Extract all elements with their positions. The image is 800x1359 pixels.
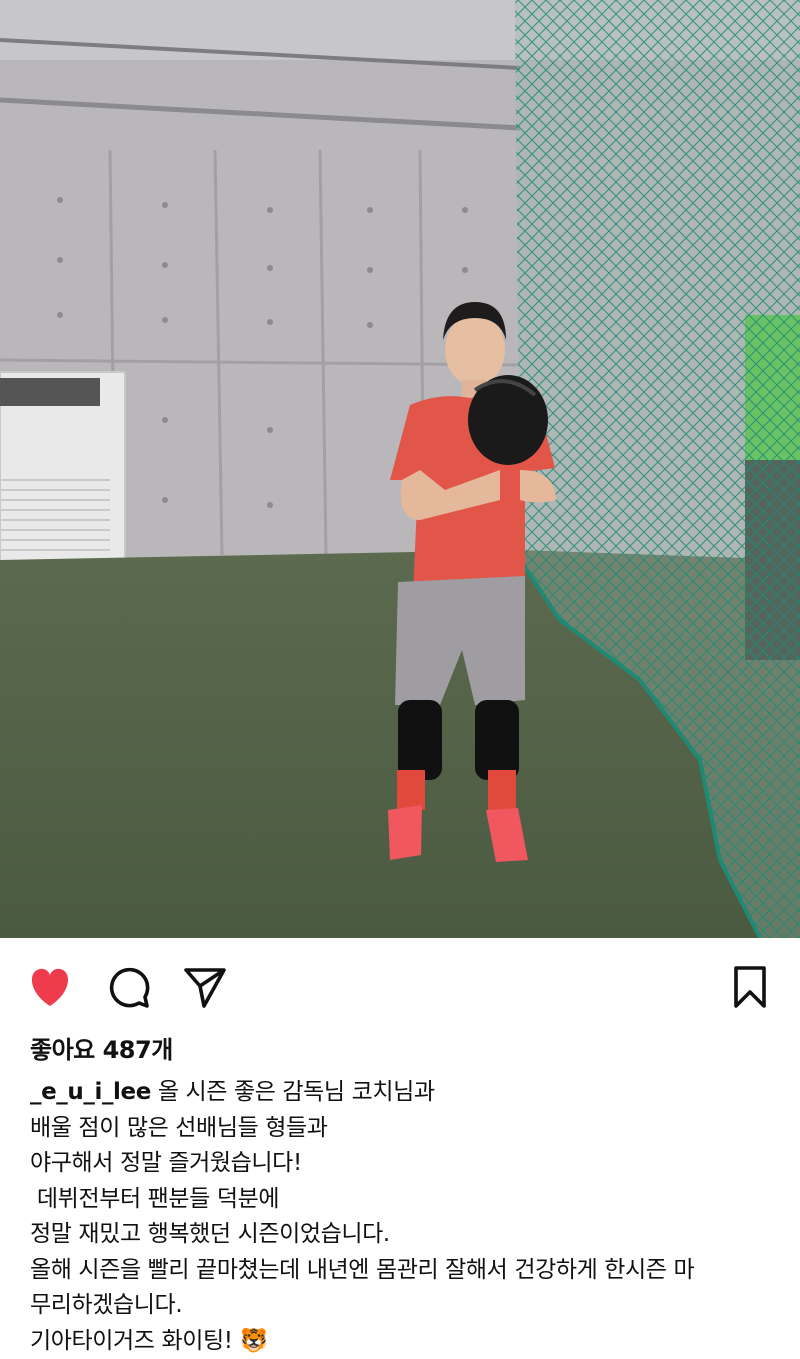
caption-line: 데뷔전부터 팬분들 덕분에 bbox=[30, 1185, 280, 1212]
bookmark-icon bbox=[734, 966, 766, 1008]
caption-line: 올해 시즌을 빨리 끝마쳤는데 내년엔 몸관리 잘해서 건강하게 한시즌 마 bbox=[30, 1256, 695, 1283]
caption-line: 정말 재밌고 행복했던 시즌이었습니다. bbox=[30, 1221, 390, 1247]
share-button[interactable] bbox=[180, 962, 230, 1012]
like-button[interactable] bbox=[25, 962, 75, 1012]
post-caption: _e_u_i_lee 올 시즌 좋은 감독님 코치님과 배울 점이 많은 선배님… bbox=[30, 1075, 775, 1359]
post-photo[interactable] bbox=[0, 0, 800, 938]
likes-count[interactable]: 좋아요 487개 bbox=[30, 1030, 173, 1065]
post-photo-scene bbox=[0, 0, 800, 938]
send-icon bbox=[184, 968, 226, 1008]
caption-line: 무리하겠습니다. bbox=[30, 1292, 183, 1318]
caption-last-line: 기아타이거즈 화이팅! 🐯 bbox=[30, 1324, 775, 1359]
caption-line-1: _e_u_i_lee 올 시즌 좋은 감독님 코치님과 bbox=[30, 1075, 775, 1111]
caption-username[interactable]: _e_u_i_lee bbox=[30, 1079, 151, 1105]
heart-filled-icon bbox=[31, 968, 69, 1006]
post-action-bar bbox=[0, 962, 800, 1012]
comment-button[interactable] bbox=[103, 962, 153, 1012]
caption-text: 올 시즌 좋은 감독님 코치님과 bbox=[150, 1079, 435, 1105]
caption-text: 기아타이거즈 화이팅! bbox=[30, 1327, 240, 1354]
comment-icon bbox=[109, 967, 150, 1008]
caption-line: 배울 점이 많은 선배님들 형들과 bbox=[30, 1114, 328, 1141]
tiger-emoji-icon: 🐯 bbox=[239, 1327, 268, 1354]
caption-line: 야구해서 정말 즐거웠습니다! bbox=[30, 1150, 302, 1176]
save-button[interactable] bbox=[725, 962, 775, 1012]
